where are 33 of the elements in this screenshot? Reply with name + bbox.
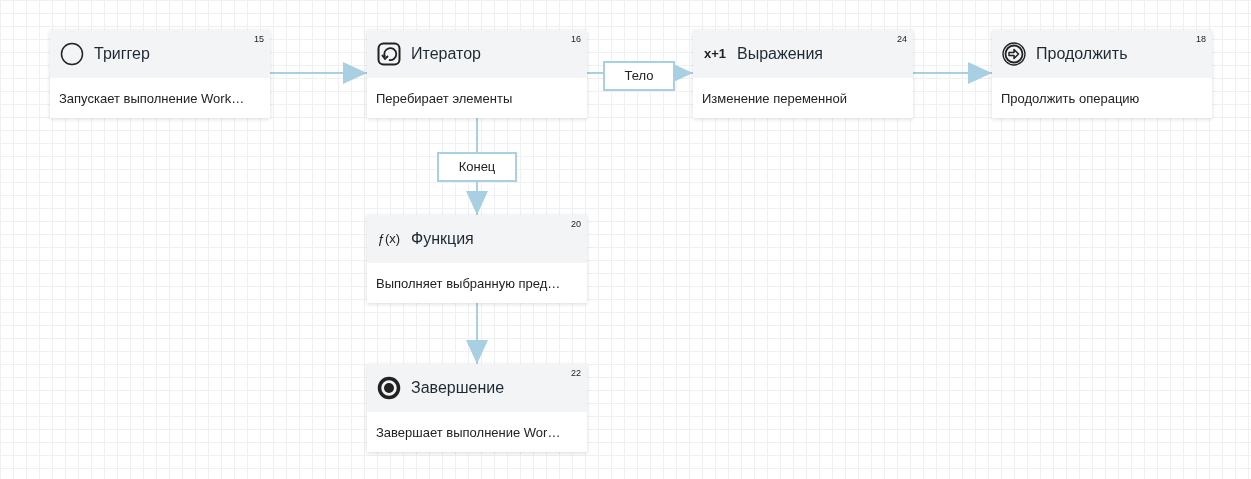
node-title: Выражения [737, 44, 823, 64]
node-title: Функция [411, 229, 474, 249]
node-number: 16 [571, 33, 581, 46]
node-title: Продолжить [1036, 44, 1128, 64]
loop-icon [377, 42, 401, 66]
node-card[interactable]: Продолжить 18 Продолжить операцию [992, 30, 1212, 118]
node-description: Выполняет выбранную пред… [375, 275, 562, 293]
connector-arrow [466, 302, 488, 365]
circle-icon [60, 42, 84, 66]
node-description: Изменение переменной [701, 90, 848, 108]
node-card[interactable]: x+1 Выражения 24 Изменение переменной [693, 30, 913, 118]
edge-label: Тело [603, 61, 675, 91]
node-title: Итератор [411, 44, 481, 64]
node-title: Триггер [94, 44, 150, 64]
node-card[interactable]: ƒ(x) Функция 20 Выполняет выбранную пред… [367, 215, 587, 303]
arrow-circle-icon [1002, 42, 1026, 66]
node-card[interactable]: Итератор 16 Перебирает элементы [367, 30, 587, 118]
function-icon: ƒ(x) [377, 229, 401, 249]
increment-icon: x+1 [703, 44, 727, 64]
node-number: 18 [1196, 33, 1206, 46]
node-description: Завершает выполнение Wor… [375, 424, 562, 442]
edge-label: Конец [437, 152, 517, 182]
node-title: Завершение [411, 378, 505, 398]
node-number: 22 [571, 367, 581, 380]
stop-circle-icon [377, 376, 401, 400]
node-number: 15 [254, 33, 264, 46]
node-card[interactable]: Триггер 15 Запускает выполнение Work… [50, 30, 270, 118]
node-description: Запускает выполнение Work… [58, 90, 246, 108]
node-number: 20 [571, 218, 581, 231]
node-number: 24 [897, 33, 907, 46]
node-card[interactable]: Завершение 22 Завершает выполнение Wor… [367, 364, 587, 452]
node-description: Перебирает элементы [375, 90, 514, 108]
node-description: Продолжить операцию [1000, 90, 1141, 108]
